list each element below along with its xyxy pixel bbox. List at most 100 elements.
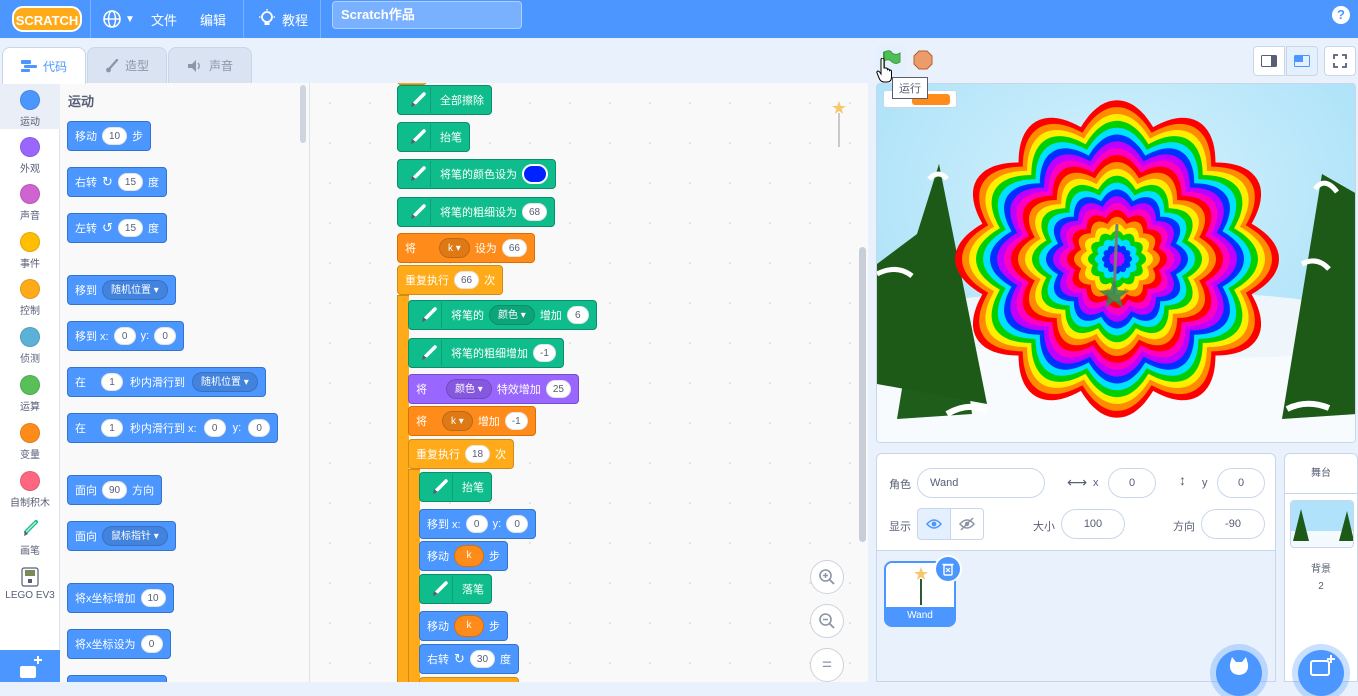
stop-button[interactable] <box>908 45 938 75</box>
tutorials-menu[interactable]: 教程 <box>258 0 308 38</box>
block-pen-up[interactable]: 抬笔 <box>419 472 492 502</box>
category-looks[interactable]: 外观 <box>0 137 60 175</box>
seconds-input[interactable]: 1 <box>101 419 123 437</box>
value-input[interactable]: -1 <box>533 344 556 362</box>
workspace-scrollbar[interactable] <box>859 247 866 542</box>
direction-input[interactable]: 90 <box>102 481 128 499</box>
variable-dropdown[interactable]: k <box>439 238 470 258</box>
block-set-x[interactable]: 将x坐标设为 0 <box>67 629 171 659</box>
block-pen-clear[interactable]: 全部擦除 <box>397 85 492 115</box>
x-input[interactable]: 0 <box>465 515 488 533</box>
category-motion[interactable]: 运动 <box>0 83 60 129</box>
block-change-pen-param[interactable]: 将笔的 颜色 增加 6 <box>408 300 597 330</box>
block-set-pen-size[interactable]: 将笔的粗细设为 68 <box>397 197 556 227</box>
block-change-variable[interactable]: 将 k 增加 -1 <box>408 406 536 436</box>
category-variables[interactable]: 变量 <box>0 423 60 461</box>
block-turn-right[interactable]: 右转 ↻ 30 度 <box>419 644 520 674</box>
category-pen[interactable]: 画笔 <box>0 519 60 557</box>
zoom-out-button[interactable] <box>810 604 844 638</box>
project-title-input[interactable]: Scratch作品 <box>332 1 522 29</box>
tab-code[interactable]: 代码 <box>2 47 86 84</box>
pen-color-swatch[interactable] <box>522 164 548 184</box>
block-point-towards[interactable]: 面向 鼠标指针 <box>67 521 176 551</box>
block-partial[interactable] <box>419 677 519 682</box>
block-point-direction[interactable]: 面向 90 方向 <box>67 475 163 505</box>
repeat-count-input[interactable]: 18 <box>465 445 491 463</box>
seconds-input[interactable]: 1 <box>101 373 123 391</box>
category-operators[interactable]: 运算 <box>0 375 60 413</box>
zoom-reset-button[interactable]: = <box>810 648 844 682</box>
degrees-input[interactable]: 30 <box>469 650 496 668</box>
y-input[interactable]: 0 <box>248 419 271 437</box>
value-input[interactable]: 6 <box>566 306 589 324</box>
block-glide-to[interactable]: 在 1 秒内滑行到 随机位置 <box>67 367 266 397</box>
block-set-variable[interactable]: 将 k 设为 66 <box>397 233 535 263</box>
degrees-input[interactable]: 15 <box>117 173 144 191</box>
stage-canvas[interactable] <box>876 83 1356 443</box>
pen-param-dropdown[interactable]: 颜色 <box>489 305 535 325</box>
block-turn-left[interactable]: 左转 ↺ 15 度 <box>67 213 168 243</box>
edit-menu[interactable]: 编辑 <box>200 0 226 38</box>
block-set-pen-color[interactable]: 将笔的颜色设为 <box>397 159 556 189</box>
block-goto-xy[interactable]: 移到 x: 0 y: 0 <box>67 321 185 351</box>
block-move-steps[interactable]: 移动 k 步 <box>419 541 508 571</box>
x-input[interactable]: 0 <box>203 419 226 437</box>
show-visible-button[interactable] <box>917 508 951 540</box>
category-control[interactable]: 控制 <box>0 279 60 317</box>
category-lego-ev3[interactable]: LEGO EV3 <box>0 567 60 601</box>
direction-input[interactable]: -90 <box>1201 509 1265 539</box>
normal-stage-button[interactable] <box>1286 46 1318 76</box>
block-move-steps[interactable]: 移动 10 步 <box>67 121 152 151</box>
category-sensing[interactable]: 侦测 <box>0 327 60 365</box>
block-turn-right[interactable]: 右转 ↻ 15 度 <box>67 167 168 197</box>
x-input[interactable]: 0 <box>113 327 136 345</box>
zoom-in-button[interactable] <box>810 560 844 594</box>
y-position-input[interactable]: 0 <box>1217 468 1265 498</box>
value-input[interactable]: 25 <box>545 380 571 398</box>
towards-target-dropdown[interactable]: 鼠标指针 <box>102 526 168 546</box>
palette-scrollbar[interactable] <box>300 85 306 143</box>
variable-reporter-k[interactable]: k <box>454 545 484 567</box>
category-events[interactable]: 事件 <box>0 232 60 270</box>
help-icon[interactable]: ? <box>1332 6 1350 24</box>
x-set-input[interactable]: 0 <box>140 635 163 653</box>
choose-backdrop-button[interactable] <box>1298 650 1344 696</box>
variable-dropdown[interactable]: k <box>442 411 473 431</box>
add-extension-button[interactable] <box>0 650 60 682</box>
sprite-name-input[interactable]: Wand <box>917 468 1045 498</box>
add-sprite-button[interactable] <box>1216 650 1262 696</box>
block-move-steps[interactable]: 移动 k 步 <box>419 611 508 641</box>
value-input[interactable]: -1 <box>504 412 528 430</box>
show-hidden-button[interactable] <box>950 508 984 540</box>
y-input[interactable]: 0 <box>506 515 529 533</box>
x-change-input[interactable]: 10 <box>140 589 166 607</box>
repeat-count-input[interactable]: 66 <box>454 271 480 289</box>
block-change-x[interactable]: 将x坐标增加 10 <box>67 583 174 613</box>
category-sound[interactable]: 声音 <box>0 184 60 222</box>
tab-sounds[interactable]: 声音 <box>168 47 252 83</box>
scratch-logo[interactable]: SCRATCH <box>12 4 82 34</box>
value-input[interactable]: 66 <box>501 239 527 257</box>
block-repeat-inner[interactable]: 重复执行 18 次 <box>408 439 515 469</box>
block-partial[interactable] <box>67 675 167 682</box>
small-stage-button[interactable] <box>1253 46 1285 76</box>
category-my-blocks[interactable]: 自制积木 <box>0 471 60 509</box>
block-change-pen-size[interactable]: 将笔的粗细增加 -1 <box>408 338 564 368</box>
file-menu[interactable]: 文件 <box>151 0 177 38</box>
block-pen-down[interactable]: 落笔 <box>419 574 492 604</box>
block-repeat-outer[interactable]: 重复执行 66 次 <box>397 265 504 295</box>
block-change-effect[interactable]: 将 颜色 特效增加 25 <box>408 374 579 404</box>
degrees-input[interactable]: 15 <box>117 219 144 237</box>
glide-target-dropdown[interactable]: 随机位置 <box>192 372 258 392</box>
block-glide-xy[interactable]: 在 1 秒内滑行到 x: 0 y: 0 <box>67 413 279 443</box>
delete-sprite-icon[interactable] <box>934 555 962 583</box>
y-input[interactable]: 0 <box>154 327 177 345</box>
block-goto-xy[interactable]: 移到 x: 0 y: 0 <box>419 509 537 539</box>
tab-costumes[interactable]: 造型 <box>87 47 167 83</box>
language-menu[interactable]: ▼ <box>102 0 135 38</box>
block-pen-up[interactable]: 抬笔 <box>397 122 470 152</box>
code-workspace[interactable]: 全部擦除 抬笔 将笔的颜色设为 将笔的粗细设为 68 将 k 设为 66 重复执… <box>310 83 868 682</box>
size-input[interactable]: 100 <box>1061 509 1125 539</box>
block-goto[interactable]: 移到 随机位置 <box>67 275 176 305</box>
goto-target-dropdown[interactable]: 随机位置 <box>102 280 168 300</box>
